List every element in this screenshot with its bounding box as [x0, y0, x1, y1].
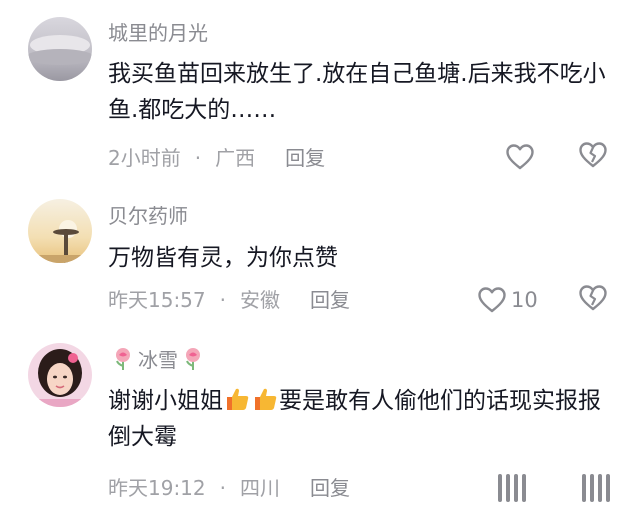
dislike-button[interactable]: [578, 141, 610, 173]
meta-separator: ·: [219, 476, 226, 500]
comment-text: 万物皆有灵，为你点赞: [108, 245, 338, 271]
comment-location: 四川: [240, 476, 280, 500]
reply-button[interactable]: 回复: [310, 287, 350, 313]
dislike-button[interactable]: [578, 472, 612, 504]
username-text: 冰雪: [138, 348, 178, 372]
like-count: 10: [511, 288, 538, 312]
cloud-sky-avatar-icon: [28, 17, 92, 81]
reply-button[interactable]: 回复: [285, 145, 325, 171]
username[interactable]: 贝尔药师: [108, 204, 188, 228]
heart-icon: [478, 287, 506, 313]
comment-text-part: 谢谢小姐姐: [108, 388, 223, 414]
comment-location: 广西: [215, 146, 256, 170]
comment-time: 昨天15:57: [108, 288, 206, 312]
meta-separator: ·: [194, 146, 202, 170]
sunset-tower-avatar-icon: [28, 199, 92, 263]
loading-placeholder-icon: [498, 474, 526, 502]
avatar[interactable]: [28, 343, 92, 407]
comment-text: 我买鱼苗回来放生了.放在自己鱼塘.后来我不吃小鱼.都吃大的……: [108, 61, 606, 123]
comment-time: 昨天19:12: [108, 476, 206, 500]
broken-heart-icon: [579, 285, 607, 311]
username[interactable]: 冰雪: [108, 347, 208, 376]
like-button[interactable]: [494, 472, 528, 504]
reply-button[interactable]: 回复: [310, 475, 350, 501]
avatar[interactable]: [28, 17, 92, 81]
meta-separator: ·: [219, 288, 226, 312]
broken-heart-icon: [579, 142, 607, 168]
comment-meta: 昨天19:12 · 四川 回复: [108, 475, 350, 501]
dislike-button[interactable]: [578, 284, 610, 316]
rose-emoji-icon: [112, 347, 134, 376]
comment-time: 2小时前: [108, 146, 181, 170]
username[interactable]: 城里的月光: [108, 21, 208, 45]
comment-meta: 2小时前 · 广西 回复: [108, 145, 325, 171]
loading-placeholder-icon: [582, 474, 610, 502]
thumbs-up-emoji-icon: [251, 385, 279, 413]
avatar[interactable]: [28, 199, 92, 263]
comment-location: 安徽: [240, 288, 280, 312]
girl-portrait-avatar-icon: [28, 343, 92, 407]
heart-icon: [506, 144, 534, 170]
like-button[interactable]: [505, 141, 535, 173]
rose-emoji-icon: [182, 347, 204, 376]
comment-meta: 昨天15:57 · 安徽 回复: [108, 287, 350, 313]
like-button[interactable]: 10: [477, 284, 538, 316]
comment-text: 谢谢小姐姐 要是敢有人偷他们的话现实报报倒大霉: [108, 383, 618, 455]
thumbs-up-emoji-icon: [223, 385, 251, 413]
